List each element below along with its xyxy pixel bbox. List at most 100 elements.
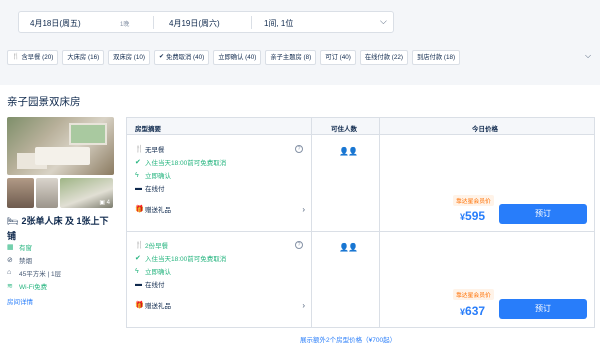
room-filter-bar: 🍴 含早餐 (20) 大床房 (16) 双床房 (10) ✔ 免费取消 (40) 立… bbox=[7, 50, 461, 65]
breakfast-icon: 🍴 bbox=[135, 242, 144, 249]
price: ¥637 bbox=[460, 304, 485, 318]
check-circle-icon: ✔ bbox=[159, 54, 165, 60]
instant-confirm-text: 立即确认 bbox=[145, 173, 171, 180]
filter-chip-king-bed[interactable]: 大床房 (16) bbox=[62, 50, 105, 65]
chevron-down-icon[interactable]: ⌵ bbox=[380, 16, 387, 27]
occupancy-icon: 👤👤 bbox=[339, 243, 358, 252]
filter-label: 在线付款 (22) bbox=[364, 54, 403, 61]
room-thumbnail[interactable] bbox=[36, 178, 58, 208]
meal-plan-text: 2份早餐 bbox=[145, 243, 169, 250]
book-button[interactable]: 预订 bbox=[499, 204, 587, 224]
breakfast-icon: 🍴 bbox=[12, 54, 20, 60]
rooms-guests-selector[interactable]: 1间, 1位 bbox=[264, 18, 293, 29]
info-icon[interactable]: ? bbox=[295, 241, 303, 249]
show-more-room-types-link[interactable]: 展示额外2个房型价格（¥700起） bbox=[300, 334, 396, 344]
payment-method-text: 在线付 bbox=[145, 186, 165, 193]
photo-bed bbox=[35, 147, 90, 165]
check-circle-icon: ✔ bbox=[135, 159, 141, 166]
filter-label: 亲子主题房 (8) bbox=[270, 54, 312, 61]
checkin-date[interactable]: 4月18日(周五) bbox=[30, 18, 81, 29]
filter-chip-free-cancel[interactable]: ✔ 免费取消 (40) bbox=[154, 50, 210, 65]
image-icon: ▣ bbox=[99, 200, 105, 206]
fact-label: 有窗 bbox=[19, 244, 32, 252]
filter-chip-pay-at-hotel[interactable]: 到店付款 (18) bbox=[411, 50, 461, 65]
filter-label: 大床房 (16) bbox=[67, 54, 100, 61]
instant-confirm: ϟ 立即确认 bbox=[135, 266, 171, 277]
column-header-price: 今日价格 bbox=[472, 126, 498, 133]
photo-count-value: 4 bbox=[106, 200, 110, 206]
filter-label: 免费取消 (40) bbox=[166, 54, 205, 61]
fact-no-smoking: ⊘ 禁烟 bbox=[7, 253, 61, 266]
fact-window: ▦ 有窗 bbox=[7, 240, 61, 253]
meal-plan: 🍴 2份早餐 bbox=[135, 240, 168, 250]
fact-label: 45平方米 | 1层 bbox=[19, 270, 62, 278]
meal-plan-text: 无早餐 bbox=[145, 147, 165, 154]
filter-label: 立即确认 (40) bbox=[218, 54, 257, 61]
instant-confirm: ϟ 立即确认 bbox=[135, 170, 171, 181]
room-title: 亲子园景双床房 bbox=[7, 96, 81, 108]
chevron-down-icon[interactable]: ⌵ bbox=[585, 51, 591, 61]
fact-area: ⌂ 45平方米 | 1层 bbox=[7, 266, 61, 279]
room-facts: ▦ 有窗 ⊘ 禁烟 ⌂ 45平方米 | 1层 ≋ Wi-Fi免费 bbox=[7, 240, 61, 292]
room-thumbnail[interactable] bbox=[7, 178, 34, 208]
checkout-date[interactable]: 4月19日(周六) bbox=[169, 18, 220, 29]
filter-chip-bookable[interactable]: 可订 (40) bbox=[320, 50, 356, 65]
divider bbox=[251, 16, 252, 29]
room-thumbnail[interactable]: ▣ 4 bbox=[60, 178, 113, 208]
check-circle-icon: ✔ bbox=[135, 255, 141, 262]
table-header: 房型摘要 可住人数 今日价格 bbox=[127, 118, 594, 135]
bed-icon: 🛏 bbox=[7, 216, 19, 226]
room-photo[interactable] bbox=[7, 117, 114, 175]
gift-row[interactable]: 🎁 赠送礼品 › bbox=[135, 204, 305, 215]
filter-chip-instant-confirm[interactable]: 立即确认 (40) bbox=[213, 50, 262, 65]
fact-label: Wi-Fi免费 bbox=[19, 283, 48, 291]
cancel-policy[interactable]: ✔ 入住当天18:00前可免费取消 bbox=[135, 253, 226, 263]
wifi-icon: ≋ bbox=[7, 282, 13, 290]
room-details-link[interactable]: 房间详情 bbox=[7, 296, 33, 306]
payment-method: ▬ 在线付 bbox=[135, 279, 165, 290]
divider bbox=[153, 16, 154, 29]
payment-method: ▬ 在线付 bbox=[135, 183, 165, 194]
gift-icon: 🎁 bbox=[135, 206, 144, 213]
room-card: 亲子园景双床房 ▣ 4 🛏 2张单人床 及 1张上下铺 ▦ 有窗 ⊘ 禁烟 ⌂ 45平方… bbox=[0, 85, 600, 354]
rate-row: 🍴 2份早餐 ? ✔ 入住当天18:00前可免费取消 ϟ 立即确认 ▬ 在线付 🎁 赠送礼… bbox=[127, 231, 594, 327]
fact-wifi: ≋ Wi-Fi免费 bbox=[7, 279, 61, 292]
book-button[interactable]: 预订 bbox=[499, 299, 587, 319]
wallet-icon: ▬ bbox=[135, 280, 142, 288]
info-icon[interactable]: ? bbox=[295, 145, 303, 153]
instant-confirm-text: 立即确认 bbox=[145, 269, 171, 276]
photo-window bbox=[69, 123, 107, 145]
cancel-policy-text: 入住当天18:00前可免费取消 bbox=[145, 256, 227, 263]
cancel-policy[interactable]: ✔ 入住当天18:00前可免费取消 bbox=[135, 157, 226, 167]
member-price-badge: 靠达星会员价 bbox=[453, 289, 494, 300]
gift-row[interactable]: 🎁 赠送礼品 › bbox=[135, 300, 305, 311]
chevron-right-icon: › bbox=[302, 204, 305, 214]
price: ¥595 bbox=[460, 209, 485, 223]
rate-row: 🍴 无早餐 ? ✔ 入住当天18:00前可免费取消 ϟ 立即确认 ▬ 在线付 🎁 赠送礼品… bbox=[127, 136, 594, 232]
no-smoking-icon: ⊘ bbox=[7, 256, 13, 264]
filter-label: 到店付款 (18) bbox=[416, 54, 456, 61]
filter-chip-twin-bed[interactable]: 双床房 (10) bbox=[108, 50, 151, 65]
filter-label: 双床房 (10) bbox=[113, 54, 146, 61]
nights-count: 1晚 bbox=[120, 22, 130, 28]
filter-chip-family-room[interactable]: 亲子主题房 (8) bbox=[265, 50, 317, 65]
gift-text: 赠送礼品 bbox=[145, 207, 171, 214]
column-header-occupancy: 可住人数 bbox=[331, 126, 357, 133]
filter-chip-pay-online[interactable]: 在线付款 (22) bbox=[359, 50, 408, 65]
lightning-icon: ϟ bbox=[135, 267, 139, 275]
window-icon: ▦ bbox=[7, 243, 14, 251]
chevron-right-icon: › bbox=[302, 300, 305, 310]
meal-plan: 🍴 无早餐 bbox=[135, 144, 165, 154]
price-value: 595 bbox=[465, 209, 486, 223]
date-guest-search-bar[interactable]: 4月18日(周五) 1晚 4月19日(周六) 1间, 1位 ⌵ bbox=[18, 11, 394, 33]
rates-table: 房型摘要 可住人数 今日价格 🍴 无早餐 ? ✔ 入住当天18:00前可免费取消 ϟ… bbox=[126, 117, 595, 328]
photo-count: ▣ 4 bbox=[99, 199, 110, 206]
bed-info-text: 2张单人床 及 1张上下铺 bbox=[7, 216, 109, 241]
gift-text: 赠送礼品 bbox=[145, 303, 171, 310]
filter-chip-breakfast[interactable]: 🍴 含早餐 (20) bbox=[7, 50, 59, 65]
occupancy-icon: 👤👤 bbox=[339, 147, 358, 156]
filter-label: 可订 (40) bbox=[325, 54, 351, 61]
area-icon: ⌂ bbox=[7, 269, 12, 276]
column-header-summary: 房型摘要 bbox=[135, 126, 161, 133]
wallet-icon: ▬ bbox=[135, 184, 142, 192]
